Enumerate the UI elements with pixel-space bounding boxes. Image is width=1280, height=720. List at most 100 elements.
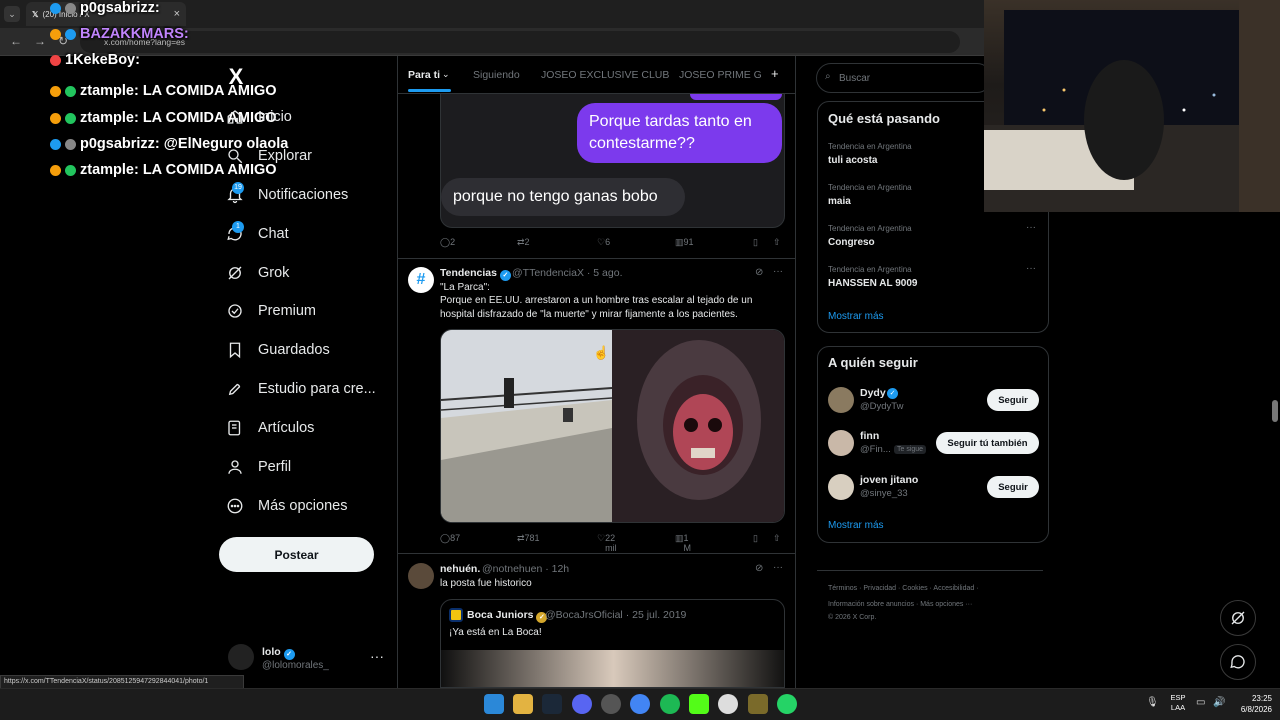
webcam-image bbox=[984, 0, 1280, 212]
language-indicator[interactable]: ESP LAA bbox=[1168, 693, 1188, 713]
sidebar-item-inicio[interactable]: Inicio bbox=[226, 108, 292, 126]
repost-count: 781 bbox=[524, 533, 540, 543]
search-input[interactable]: Buscar bbox=[816, 63, 992, 93]
tab-joseo-prime[interactable]: JOSEO PRIME GR bbox=[679, 69, 762, 81]
show-more-trends[interactable]: Mostrar más bbox=[828, 311, 884, 322]
quote-media bbox=[441, 650, 784, 687]
discord-icon[interactable] bbox=[572, 694, 592, 714]
repost-button[interactable]: ⇄ 781 bbox=[517, 533, 540, 544]
bookmark-icon[interactable]: ▯ bbox=[753, 237, 758, 248]
tweet-media[interactable] bbox=[440, 329, 785, 523]
kick-icon[interactable] bbox=[689, 694, 709, 714]
sidebar-item-premium[interactable]: Premium bbox=[226, 302, 316, 320]
system-clock[interactable]: 23:25 6/8/2026 bbox=[1232, 693, 1272, 715]
grok-button[interactable] bbox=[1220, 600, 1256, 636]
sidebar-item-notificaciones[interactable]: Notificaciones bbox=[226, 186, 348, 204]
quote-tweet[interactable]: Boca Juniors ✓ @BocaJrsOficial · 25 jul.… bbox=[440, 599, 785, 688]
trend-context: Tendencia en Argentina bbox=[828, 142, 912, 151]
follow-button[interactable]: Seguir bbox=[987, 389, 1039, 411]
tab-joseo-exclusive[interactable]: JOSEO EXCLUSIVE CLUB bbox=[541, 69, 669, 81]
ccleaner-icon[interactable] bbox=[718, 694, 738, 714]
network-icon[interactable]: ▭ bbox=[1196, 697, 1205, 708]
trend-item[interactable]: tuli acosta bbox=[828, 155, 877, 166]
trend-item[interactable]: Congreso bbox=[828, 237, 875, 248]
sidebar-item-explorar[interactable]: Explorar bbox=[226, 147, 312, 165]
quote-handle: @BocaJrsOficial bbox=[545, 609, 623, 621]
like-count: 22 mil bbox=[605, 533, 617, 553]
views-button[interactable]: ▥ 1 M bbox=[675, 533, 691, 553]
grok-icon[interactable]: ⊘ bbox=[755, 267, 763, 278]
file-explorer-icon[interactable] bbox=[513, 694, 533, 714]
forward-icon[interactable]: → bbox=[34, 34, 46, 48]
follow-name[interactable]: Dydy bbox=[860, 387, 886, 399]
chevron-down-icon[interactable]: ⌄ bbox=[442, 69, 450, 80]
more-icon[interactable]: ··· bbox=[773, 562, 783, 573]
sidebar-item-estudio-para-cre[interactable]: Estudio para cre... bbox=[226, 380, 376, 398]
trend-item[interactable]: HANSSEN AL 9009 bbox=[828, 278, 917, 289]
share-icon[interactable]: ⇧ bbox=[773, 533, 781, 544]
like-button[interactable]: ♡ 22 mil bbox=[597, 533, 617, 553]
sidebar-item-más-opciones[interactable]: Más opciones bbox=[226, 497, 347, 515]
tweet-time[interactable]: · 12h bbox=[545, 563, 569, 575]
app-icon[interactable] bbox=[748, 694, 768, 714]
add-tab-icon[interactable]: + bbox=[771, 66, 779, 81]
volume-icon[interactable]: 🔊 bbox=[1213, 697, 1225, 708]
trend-item[interactable]: maia bbox=[828, 196, 851, 207]
microphone-icon[interactable]: 🎙 bbox=[1146, 697, 1159, 708]
x-logo[interactable]: X bbox=[222, 64, 250, 92]
steam-icon[interactable] bbox=[542, 694, 562, 714]
show-more-follows[interactable]: Mostrar más bbox=[828, 520, 884, 531]
repost-count: 2 bbox=[524, 237, 530, 247]
grok-icon[interactable]: ⊘ bbox=[755, 563, 763, 574]
more-icon[interactable]: ··· bbox=[1026, 263, 1036, 274]
more-icon[interactable]: ··· bbox=[1026, 222, 1036, 233]
spotify-icon[interactable] bbox=[660, 694, 680, 714]
avatar[interactable] bbox=[408, 563, 434, 589]
tweet-time[interactable]: · 5 ago. bbox=[587, 267, 623, 279]
avatar[interactable] bbox=[828, 474, 854, 500]
tab-siguiendo[interactable]: Siguiendo bbox=[473, 69, 520, 81]
sidebar-item-grok[interactable]: Grok bbox=[226, 264, 289, 282]
post-button[interactable]: Postear bbox=[219, 537, 374, 572]
more-icon[interactable]: ··· bbox=[773, 266, 783, 277]
sidebar-item-artículos[interactable]: Artículos bbox=[226, 419, 314, 437]
chrome-icon[interactable] bbox=[630, 694, 650, 714]
follow-button[interactable]: Seguir bbox=[987, 476, 1039, 498]
avatar[interactable] bbox=[828, 387, 854, 413]
chat-message: 1KekeBoy: bbox=[50, 52, 144, 68]
back-icon[interactable]: ← bbox=[10, 34, 22, 48]
follow-button[interactable]: Seguir tú también bbox=[936, 432, 1039, 454]
follow-name[interactable]: finn bbox=[860, 430, 879, 442]
share-icon[interactable]: ⇧ bbox=[773, 237, 781, 248]
bookmark-icon[interactable]: ▯ bbox=[753, 533, 758, 544]
whatsapp-icon[interactable] bbox=[777, 694, 797, 714]
avatar[interactable] bbox=[828, 430, 854, 456]
like-button[interactable]: ♡ 6 bbox=[597, 237, 610, 248]
reply-button[interactable]: ◯ 87 bbox=[440, 533, 460, 544]
tweet-author[interactable]: Tendencias bbox=[440, 267, 497, 279]
tab-search-button[interactable]: ⌄ bbox=[4, 6, 20, 22]
sidebar-item-perfil[interactable]: Perfil bbox=[226, 458, 291, 476]
sidebar-item-guardados[interactable]: Guardados bbox=[226, 341, 330, 359]
address-bar[interactable]: x.com/home?lang=es bbox=[80, 31, 960, 53]
tab-para-ti[interactable]: Para ti bbox=[408, 69, 440, 81]
more-icon[interactable]: ··· bbox=[370, 648, 384, 664]
tweet-author[interactable]: nehuén. bbox=[440, 563, 480, 575]
footer-links-2[interactable]: Información sobre anuncios · Más opcione… bbox=[828, 601, 972, 608]
messages-button[interactable] bbox=[1220, 644, 1256, 680]
obs-icon[interactable] bbox=[601, 694, 621, 714]
view-count: 1 M bbox=[683, 533, 692, 553]
follow-handle: @sinye_33 bbox=[860, 488, 908, 499]
scrollbar-thumb[interactable] bbox=[1272, 400, 1278, 422]
views-button[interactable]: ▥ 91 bbox=[675, 237, 694, 248]
tweet-handle[interactable]: @TTendenciaX bbox=[512, 267, 584, 279]
tweet-handle[interactable]: @notnehuen bbox=[482, 563, 542, 575]
repost-button[interactable]: ⇄ 2 bbox=[517, 237, 530, 248]
footer-links[interactable]: Términos · Privacidad · Cookies · Accesi… bbox=[828, 585, 979, 592]
close-tab-icon[interactable]: × bbox=[174, 8, 180, 20]
follow-name[interactable]: joven jitano bbox=[860, 474, 918, 486]
reply-button[interactable]: ◯ 2 bbox=[440, 237, 455, 248]
avatar[interactable]: # bbox=[408, 267, 434, 293]
account-switcher[interactable]: lolo ✓ @lolomorales_ ··· bbox=[228, 644, 388, 676]
start-icon[interactable] bbox=[484, 694, 504, 714]
